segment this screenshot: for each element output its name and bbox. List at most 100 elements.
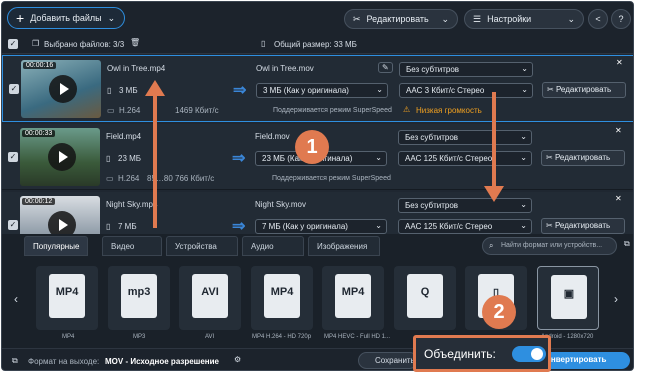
format-tile-selected[interactable]: ▣ xyxy=(537,266,599,330)
row-checkbox[interactable]: ✓ xyxy=(8,220,18,230)
file-size-icon: ▯ xyxy=(106,222,111,231)
close-icon[interactable]: ✕ xyxy=(616,58,623,67)
audio-dropdown[interactable]: AAC 125 Кбит/с Стерео ⌄ xyxy=(398,219,532,234)
row-checkbox[interactable]: ✓ xyxy=(8,152,18,162)
search-icon: ⌕ xyxy=(489,241,494,250)
row-edit-button[interactable]: ✂ Редактировать xyxy=(542,82,626,98)
share-button[interactable]: < xyxy=(588,9,608,29)
tab-audio[interactable]: Аудио xyxy=(242,236,304,256)
merge-highlight: Объединить: xyxy=(413,335,551,372)
scroll-left-icon[interactable]: ‹ xyxy=(14,292,18,306)
video-thumbnail[interactable]: 00:00:33 xyxy=(20,128,100,186)
down-arrow-annotation xyxy=(484,92,504,202)
quicktime-icon: Q xyxy=(407,274,443,318)
edit-button[interactable]: ✂ Редактировать ⌄ xyxy=(344,9,458,29)
chevron-down-icon: ⌄ xyxy=(567,13,575,24)
scissors-icon: ✂ xyxy=(546,221,555,230)
chevron-down-icon: ⌄ xyxy=(520,153,527,162)
file-row[interactable]: ✓ 00:00:16 Owl in Tree.mp4 ▯ 3 МБ ▭ H.26… xyxy=(2,55,633,122)
help-button[interactable]: ? xyxy=(611,9,631,29)
format-tile[interactable]: mp3 xyxy=(108,266,170,330)
chevron-down-icon: ⌄ xyxy=(521,64,528,73)
callout-badge: 1 xyxy=(295,130,329,164)
video-thumbnail[interactable]: 00:00:16 xyxy=(21,60,101,118)
files-icon: ❐ xyxy=(32,39,40,48)
sliders-icon: ☰ xyxy=(473,13,482,24)
format-tile[interactable]: MP4 xyxy=(251,266,313,330)
rename-pencil-icon[interactable]: ✎ xyxy=(378,62,393,73)
up-arrow-annotation xyxy=(145,80,165,228)
chevron-down-icon: ⌄ xyxy=(441,13,449,24)
play-icon[interactable] xyxy=(49,75,77,103)
selection-bar: ✓ ❐ Выбрано файлов: 3/3 🗑 ▯ Общий размер… xyxy=(2,34,633,54)
subtitles-dropdown[interactable]: Без субтитров ⌄ xyxy=(399,62,533,77)
chevron-down-icon: ⌄ xyxy=(375,153,382,162)
convert-arrow-icon: ⇒ xyxy=(232,150,246,167)
chevron-down-icon: ⌄ xyxy=(520,221,527,230)
scroll-right-icon[interactable]: › xyxy=(614,292,618,306)
toolbar: + Добавить файлы ⌄ ✂ Редактировать ⌄ ☰ Настро… xyxy=(2,2,633,34)
video-icon: ▭ xyxy=(107,106,115,115)
format-search-input[interactable]: ⌕ Найти формат или устройств... xyxy=(482,237,617,255)
row-edit-button[interactable]: ✂ Редактировать xyxy=(541,218,625,234)
audio-dropdown[interactable]: AAC 125 Кбит/с Стерео ⌄ xyxy=(398,151,532,166)
avi-icon: AVI xyxy=(192,274,228,318)
file-size-icon: ▯ xyxy=(106,154,111,163)
toggle-knob xyxy=(531,348,543,360)
chevron-down-icon: ⌄ xyxy=(376,85,383,94)
format-settings-icon[interactable]: ⧉ xyxy=(624,239,630,249)
mp3-icon: mp3 xyxy=(121,274,157,318)
share-icon: < xyxy=(595,14,601,24)
convert-arrow-icon: ⇒ xyxy=(232,218,246,235)
format-tile[interactable]: AVI xyxy=(179,266,241,330)
plus-icon: + xyxy=(16,10,25,26)
save-button[interactable]: Сохранить xyxy=(358,352,418,369)
convert-arrow-icon: ⇒ xyxy=(233,82,247,99)
settings-button[interactable]: ☰ Настройки ⌄ xyxy=(464,9,584,29)
question-icon: ? xyxy=(618,14,624,24)
chevron-down-icon: ⌄ xyxy=(520,200,527,209)
row-checkbox[interactable]: ✓ xyxy=(9,84,19,94)
subtitles-dropdown[interactable]: Без субтитров ⌄ xyxy=(398,130,532,145)
convert-button[interactable]: онвертировать xyxy=(540,352,630,369)
format-icon: ⧉ xyxy=(12,356,18,365)
video-icon: ▭ xyxy=(106,174,114,183)
file-icon: ▯ xyxy=(261,39,266,48)
chevron-down-icon: ⌄ xyxy=(375,221,382,230)
scissors-icon: ✂ xyxy=(353,13,361,24)
play-icon[interactable] xyxy=(48,143,76,171)
add-files-button[interactable]: + Добавить файлы ⌄ xyxy=(7,7,125,29)
format-tile[interactable]: MP4 xyxy=(322,266,384,330)
mp4-hd-icon: MP4 xyxy=(264,274,300,318)
chevron-down-icon: ⌄ xyxy=(520,132,527,141)
format-tile[interactable]: Q xyxy=(394,266,456,330)
converter-window: + Добавить файлы ⌄ ✂ Редактировать ⌄ ☰ Настро… xyxy=(1,1,634,371)
mp4-hevc-icon: MP4 xyxy=(335,274,371,318)
close-icon[interactable]: ✕ xyxy=(615,194,622,203)
android-icon: ▣ xyxy=(551,275,587,319)
callout-badge: 2 xyxy=(482,295,516,329)
select-all-checkbox[interactable]: ✓ xyxy=(8,39,18,49)
mp4-icon: MP4 xyxy=(49,274,85,318)
tab-popular[interactable]: Популярные xyxy=(24,236,89,256)
close-icon[interactable]: ✕ xyxy=(615,126,622,135)
tab-devices[interactable]: Устройства xyxy=(166,236,238,256)
gear-icon[interactable]: ⚙ xyxy=(234,355,241,364)
chevron-down-icon: ⌄ xyxy=(521,85,528,94)
output-size-dropdown[interactable]: 7 МБ (Как у оригинала) ⌄ xyxy=(255,219,387,234)
format-panel: Популярные Видео Устройства Аудио Изобра… xyxy=(2,234,633,348)
format-tile[interactable]: MP4 xyxy=(36,266,98,330)
file-row[interactable]: ✓ 00:00:12 Night Sky.mp4 ▯ 7 МБ ⇒ Night … xyxy=(2,192,633,254)
tab-video[interactable]: Видео xyxy=(102,236,162,256)
tab-images[interactable]: Изображения xyxy=(308,236,380,256)
warning-icon: ⚠ xyxy=(403,105,411,114)
file-size-icon: ▯ xyxy=(107,86,112,95)
audio-dropdown[interactable]: AAC 3 Кбит/с Стерео ⌄ xyxy=(399,83,533,98)
chevron-down-icon: ⌄ xyxy=(107,12,116,23)
merge-toggle[interactable] xyxy=(512,346,546,362)
scissors-icon: ✂ xyxy=(546,153,555,162)
row-edit-button[interactable]: ✂ Редактировать xyxy=(541,150,625,166)
output-size-dropdown[interactable]: 3 МБ (Как у оригинала) ⌄ xyxy=(256,83,388,98)
subtitles-dropdown[interactable]: Без субтитров ⌄ xyxy=(398,198,532,213)
trash-icon[interactable]: 🗑 xyxy=(130,38,140,47)
